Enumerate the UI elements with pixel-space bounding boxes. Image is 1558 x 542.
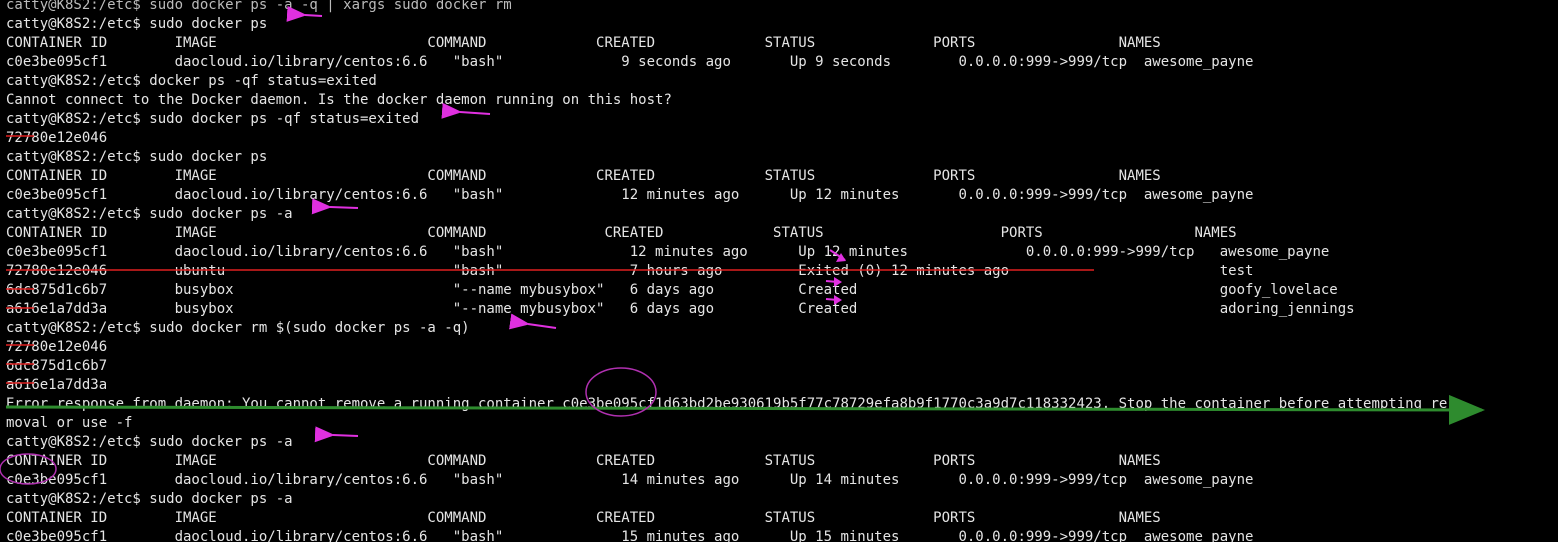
terminal-line-prompt: catty@K8S2:/etc$ sudo docker ps -a: [6, 206, 293, 222]
terminal-line-header: CONTAINER ID IMAGE COMMAND CREATED STATU…: [6, 168, 1161, 184]
terminal-line-row: a616e1a7dd3a busybox "--name mybusybox" …: [6, 301, 1355, 317]
terminal-line-row: c0e3be095cf1 daocloud.io/library/centos:…: [6, 529, 1254, 542]
terminal-line-output: 72780e12e046: [6, 130, 108, 146]
terminal-line-header: CONTAINER ID IMAGE COMMAND CREATED STATU…: [6, 225, 1237, 241]
terminal-line-cut: catty@K8S2:/etc$ sudo docker ps -a -q | …: [6, 0, 512, 13]
terminal-line-prompt: catty@K8S2:/etc$ sudo docker ps -qf stat…: [6, 111, 420, 127]
terminal-line-output: a616e1a7dd3a: [6, 377, 108, 393]
terminal-line-prompt: catty@K8S2:/etc$ docker ps -qf status=ex…: [6, 73, 377, 89]
terminal-line-prompt: catty@K8S2:/etc$ sudo docker ps: [6, 149, 268, 165]
terminal-window[interactable]: catty@K8S2:/etc$ sudo docker ps -a -q | …: [0, 0, 1558, 542]
terminal-line-row: 6dc875d1c6b7 busybox "--name mybusybox" …: [6, 282, 1338, 298]
terminal-line-output: moval or use -f: [6, 415, 133, 431]
terminal-line-row: c0e3be095cf1 daocloud.io/library/centos:…: [6, 187, 1254, 203]
terminal-line-output: 72780e12e046: [6, 339, 108, 355]
terminal-line-header: CONTAINER ID IMAGE COMMAND CREATED STATU…: [6, 35, 1161, 51]
terminal-line-output: 6dc875d1c6b7: [6, 358, 108, 374]
terminal-line-prompt: catty@K8S2:/etc$ sudo docker ps -a: [6, 434, 293, 450]
terminal-output: catty@K8S2:/etc$ sudo docker ps -a -q | …: [6, 0, 1447, 542]
terminal-line-row: 72780e12e046 ubuntu "bash" 7 hours ago E…: [6, 263, 1254, 279]
terminal-line-header: CONTAINER ID IMAGE COMMAND CREATED STATU…: [6, 453, 1161, 469]
terminal-line-row: c0e3be095cf1 daocloud.io/library/centos:…: [6, 472, 1254, 488]
terminal-line-row: c0e3be095cf1 daocloud.io/library/centos:…: [6, 244, 1330, 260]
terminal-line-output: Error response from daemon: You cannot r…: [6, 396, 1448, 412]
terminal-line-output: Cannot connect to the Docker daemon. Is …: [6, 92, 672, 108]
terminal-line-row: c0e3be095cf1 daocloud.io/library/centos:…: [6, 54, 1254, 70]
terminal-line-prompt: catty@K8S2:/etc$ sudo docker ps -a: [6, 491, 293, 507]
terminal-line-header: CONTAINER ID IMAGE COMMAND CREATED STATU…: [6, 510, 1161, 526]
terminal-line-prompt: catty@K8S2:/etc$ sudo docker rm $(sudo d…: [6, 320, 470, 336]
terminal-line-prompt: catty@K8S2:/etc$ sudo docker ps: [6, 16, 268, 32]
